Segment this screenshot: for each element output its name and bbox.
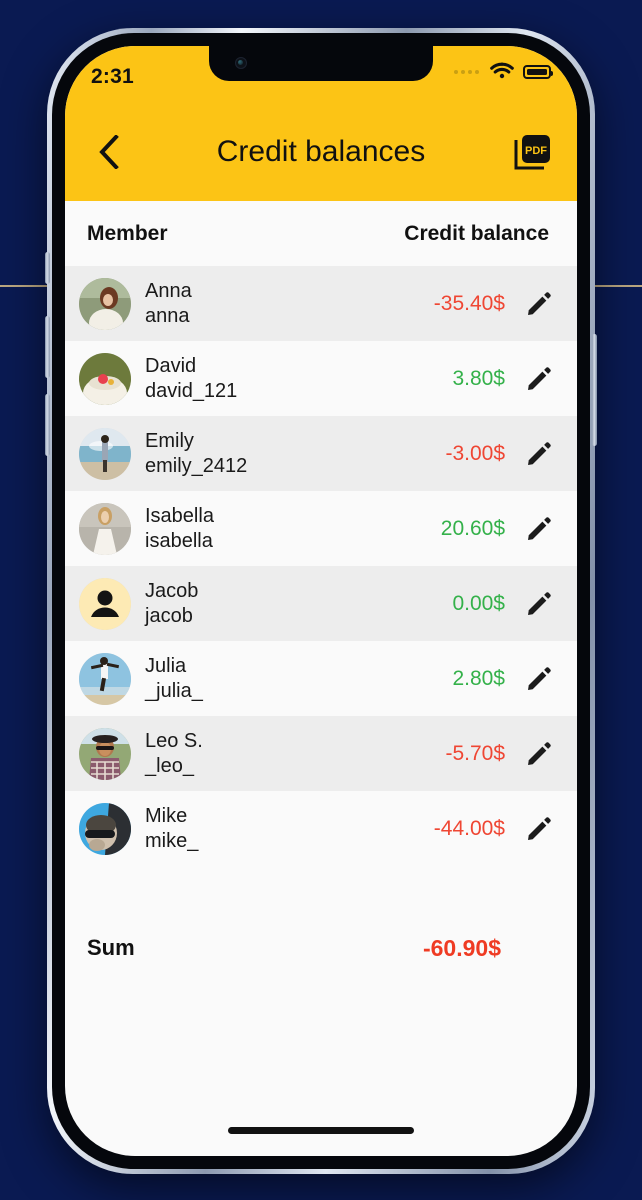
member-handle: isabella <box>145 529 213 552</box>
pencil-icon <box>528 441 551 465</box>
device-notch <box>209 46 433 81</box>
default-avatar-icon <box>79 577 131 630</box>
credit-balance-value: 3.80$ <box>452 366 505 390</box>
member-identity: Julia _julia_ <box>145 654 203 703</box>
credit-balance-value: 0.00$ <box>452 591 505 615</box>
home-indicator[interactable] <box>228 1127 414 1134</box>
pencil-icon <box>528 741 551 765</box>
volume-down-button[interactable] <box>45 394 50 456</box>
screenshot-stage: 2:31 Credit balances PDF Member Credit b… <box>0 0 642 1200</box>
edit-balance-button[interactable] <box>519 509 559 549</box>
avatar <box>79 502 131 555</box>
member-identity: Leo S. _leo_ <box>145 729 203 778</box>
phone-bezel: 2:31 Credit balances PDF Member Credit b… <box>45 33 597 1169</box>
table-header-row: Member Credit balance <box>65 201 577 266</box>
member-name: Isabella <box>145 505 214 528</box>
member-handle: _julia_ <box>145 679 203 702</box>
column-header-member: Member <box>87 221 168 245</box>
edit-balance-button[interactable] <box>519 284 559 324</box>
pdf-export-icon: PDF <box>514 134 550 169</box>
member-name: Emily <box>145 430 194 453</box>
chevron-left-icon <box>99 134 119 169</box>
member-identity: Isabella isabella <box>145 504 214 553</box>
member-identity: Anna anna <box>145 279 192 328</box>
edit-balance-button[interactable] <box>519 434 559 474</box>
edit-balance-button[interactable] <box>519 659 559 699</box>
table-row[interactable]: Leo S. _leo_ -5.70$ <box>65 716 577 791</box>
power-button[interactable] <box>592 334 597 446</box>
pencil-icon <box>528 516 551 540</box>
export-pdf-button[interactable]: PDF <box>511 131 553 173</box>
member-handle: anna <box>145 304 190 327</box>
page-title: Credit balances <box>216 134 426 168</box>
member-name: Mike <box>145 805 188 828</box>
navigation-bar: Credit balances PDF <box>65 102 577 201</box>
wifi-icon <box>489 60 515 84</box>
battery-full-icon <box>523 65 553 79</box>
member-name: Julia <box>145 655 187 678</box>
credit-balance-value: -3.00$ <box>445 441 505 465</box>
status-bar-indicators <box>454 60 553 84</box>
avatar <box>79 352 131 405</box>
signal-dots-icon <box>454 70 479 74</box>
pencil-icon <box>528 591 551 615</box>
table-row[interactable]: Emily emily_2412 -3.00$ <box>65 416 577 491</box>
pencil-icon <box>528 666 551 690</box>
summary-value: -60.90$ <box>422 934 501 961</box>
status-bar-clock: 2:31 <box>91 65 134 88</box>
summary-label: Sum <box>87 935 135 960</box>
background-hairline-right <box>594 285 642 287</box>
app-header: 2:31 Credit balances PDF <box>65 46 577 201</box>
phone-device-frame: 2:31 Credit balances PDF Member Credit b… <box>45 28 597 1174</box>
member-handle: emily_2412 <box>145 454 248 477</box>
table-row[interactable]: Julia _julia_ 2.80$ <box>65 641 577 716</box>
member-name: Jacob <box>145 580 199 603</box>
table-row[interactable]: Mike mike_ -44.00$ <box>65 791 577 866</box>
edit-balance-button[interactable] <box>519 359 559 399</box>
back-button[interactable] <box>89 132 129 172</box>
edit-balance-button[interactable] <box>519 734 559 774</box>
credit-balance-value: -5.70$ <box>445 741 505 765</box>
phone-screen: 2:31 Credit balances PDF Member Credit b… <box>65 46 577 1156</box>
avatar <box>79 427 131 480</box>
pencil-icon <box>528 816 551 840</box>
background-hairline-left <box>0 285 48 287</box>
summary-row: Sum -60.90$ <box>65 918 577 978</box>
column-header-balance: Credit balance <box>404 221 549 245</box>
credit-balance-value: -44.00$ <box>433 816 505 840</box>
table-row[interactable]: Anna anna -35.40$ <box>65 266 577 341</box>
front-camera-icon <box>235 57 247 69</box>
avatar <box>79 652 131 705</box>
pencil-icon <box>528 366 551 390</box>
member-handle: david_121 <box>145 379 238 402</box>
avatar <box>79 277 131 330</box>
table-row[interactable]: David david_121 3.80$ <box>65 341 577 416</box>
member-handle: jacob <box>145 604 193 627</box>
edit-balance-button[interactable] <box>519 584 559 624</box>
edit-balance-button[interactable] <box>519 809 559 849</box>
member-name: Leo S. <box>145 730 203 753</box>
credit-balance-value: 20.60$ <box>440 516 505 540</box>
member-handle: mike_ <box>145 829 199 852</box>
credit-balance-value: 2.80$ <box>452 666 505 690</box>
member-identity: Jacob jacob <box>145 579 198 628</box>
table-row[interactable]: Isabella isabella 20.60$ <box>65 491 577 566</box>
member-name: Anna <box>145 280 192 303</box>
volume-up-button[interactable] <box>45 316 50 378</box>
silent-switch-button[interactable] <box>45 252 50 284</box>
member-balance-list: Anna anna -35.40$ David david_121 3.80$ Emily e… <box>65 266 577 866</box>
table-row[interactable]: Jacob jacob 0.00$ <box>65 566 577 641</box>
member-identity: David david_121 <box>145 354 237 403</box>
avatar <box>79 802 131 855</box>
pencil-icon <box>528 291 551 315</box>
avatar <box>79 727 131 780</box>
member-name: David <box>145 355 197 378</box>
svg-text:PDF: PDF <box>525 145 547 157</box>
credit-balance-value: -35.40$ <box>433 291 505 315</box>
member-identity: Emily emily_2412 <box>145 429 247 478</box>
member-identity: Mike mike_ <box>145 804 198 853</box>
member-handle: _leo_ <box>145 754 194 777</box>
